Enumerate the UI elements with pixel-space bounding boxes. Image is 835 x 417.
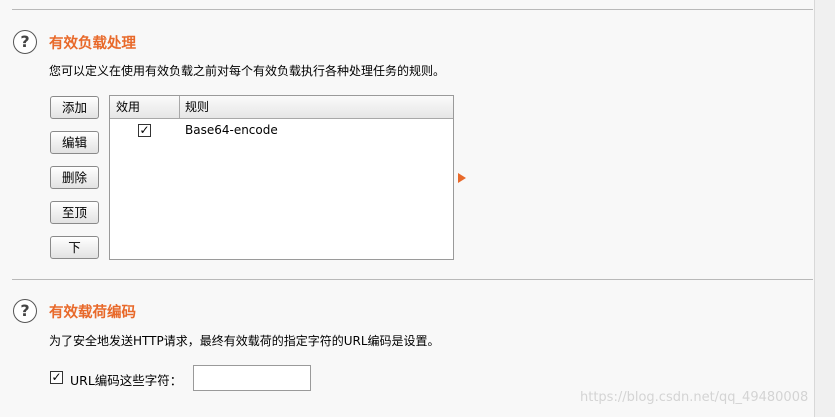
- url-encode-label: URL编码这些字符：: [70, 373, 183, 388]
- column-header-enabled[interactable]: 效用: [116, 96, 140, 118]
- section-divider: [12, 279, 813, 280]
- watermark: https://blog.csdn.net/qq_49480008: [580, 390, 809, 405]
- table-row[interactable]: ✓ Base64-encode: [110, 119, 453, 141]
- checkmark-icon: ✓: [139, 123, 150, 137]
- column-header-rule[interactable]: 规则: [185, 96, 209, 118]
- move-top-button[interactable]: 至顶: [50, 201, 99, 224]
- delete-button[interactable]: 删除: [50, 166, 99, 189]
- rule-name-cell: Base64-encode: [185, 123, 278, 137]
- url-encode-chars-input[interactable]: [193, 365, 311, 391]
- checkmark-icon: ✓: [51, 370, 62, 384]
- add-button[interactable]: 添加: [50, 96, 99, 119]
- move-down-button[interactable]: 下: [50, 236, 99, 259]
- url-encode-checkbox[interactable]: ✓: [50, 371, 63, 384]
- payload-processing-description: 您可以定义在使用有效负载之前对每个有效负载执行各种处理任务的规则。: [49, 64, 446, 78]
- triangle-right-icon[interactable]: [458, 173, 466, 183]
- column-separator[interactable]: [179, 96, 180, 118]
- payload-encoding-description: 为了安全地发送HTTP请求，最终有效载荷的指定字符的URL编码是设置。: [49, 334, 440, 348]
- top-divider: [12, 9, 813, 10]
- processing-rules-table[interactable]: 效用 规则 ✓ Base64-encode: [109, 95, 454, 260]
- payload-processing-title: 有效负载处理: [49, 36, 136, 52]
- rule-enabled-checkbox[interactable]: ✓: [138, 124, 151, 137]
- edit-button[interactable]: 编辑: [50, 131, 99, 154]
- payload-encoding-title: 有效载荷编码: [49, 305, 136, 321]
- table-header: 效用 规则: [110, 96, 453, 119]
- help-icon[interactable]: ?: [13, 30, 37, 54]
- vertical-scrollbar[interactable]: [814, 0, 835, 417]
- help-icon[interactable]: ?: [13, 299, 37, 323]
